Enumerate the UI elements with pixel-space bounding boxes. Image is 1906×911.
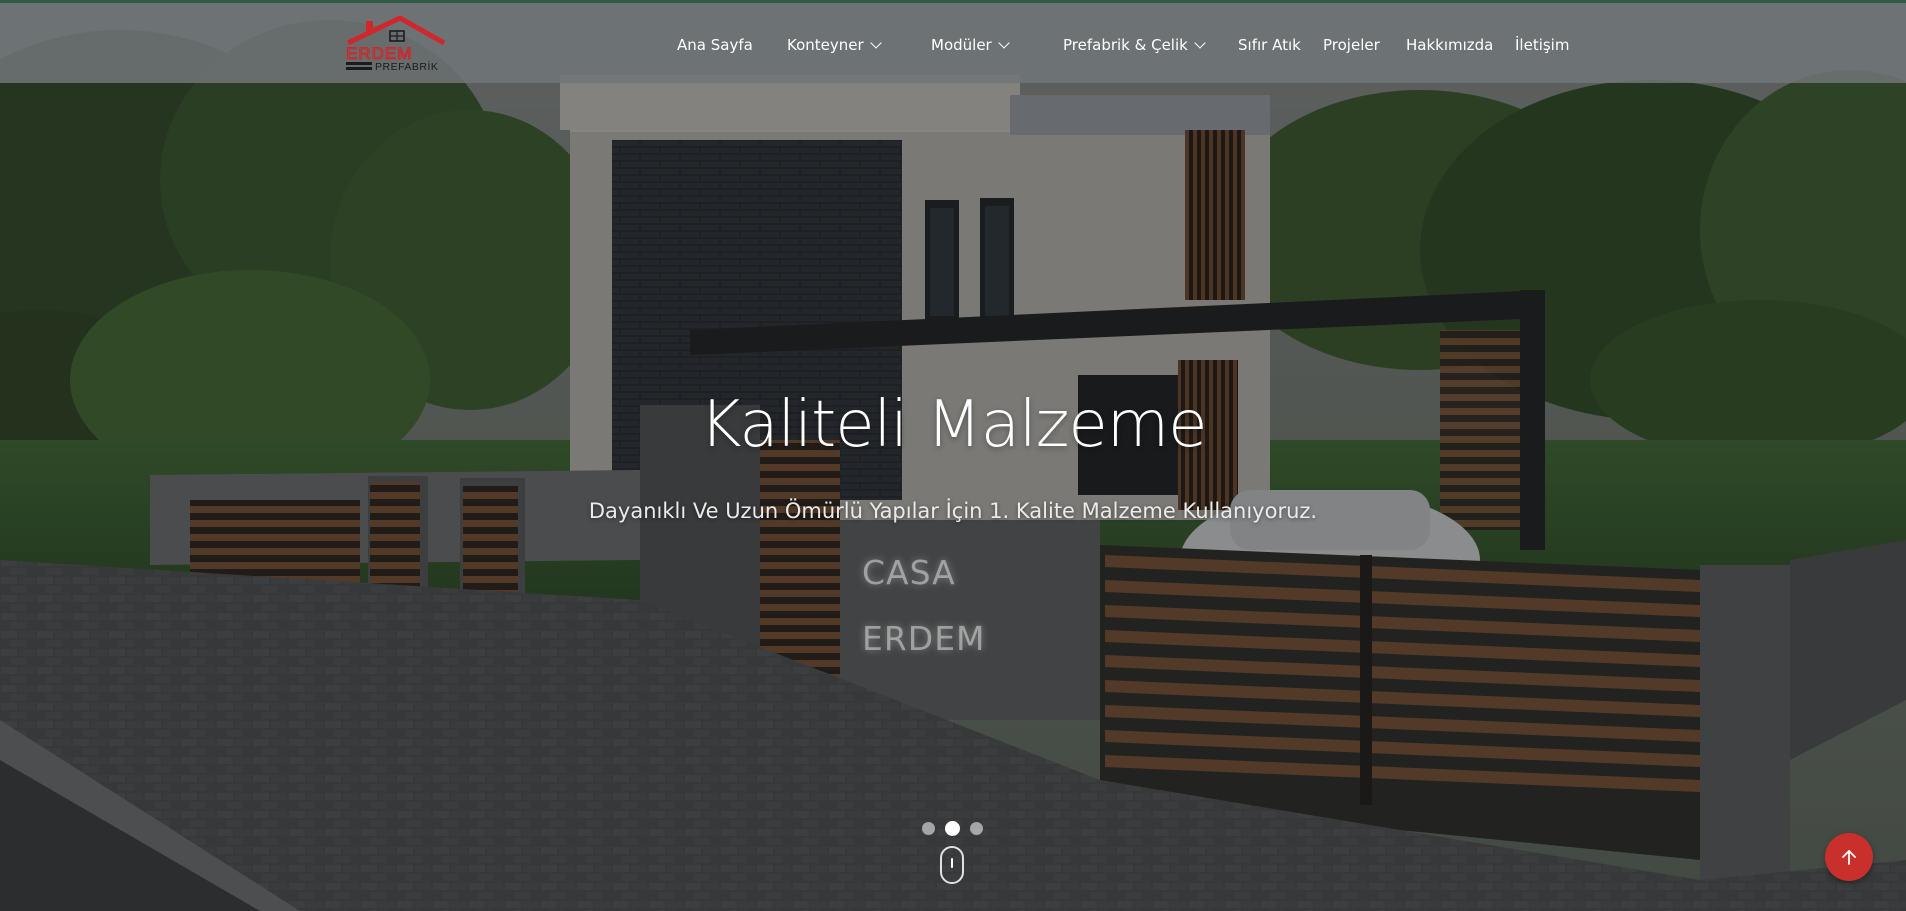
back-to-top-button[interactable] xyxy=(1825,833,1873,881)
hero-title: Kaliteli Malzeme xyxy=(699,388,1208,462)
nav-item-iletisim[interactable]: İletişim xyxy=(1515,35,1569,55)
chevron-down-icon xyxy=(998,36,1010,49)
nav-item-projeler[interactable]: Projeler xyxy=(1323,35,1380,55)
nav-item-sifir-atik[interactable]: Sıfır Atık xyxy=(1238,35,1301,55)
nav-label: Modüler xyxy=(931,36,992,54)
nav-label: Ana Sayfa xyxy=(677,36,753,54)
chevron-down-icon xyxy=(1194,36,1206,49)
nav-item-hakkimizda[interactable]: Hakkımızda xyxy=(1406,35,1493,55)
site-header: ERDEM PREFABRİK Ana Sayfa Konteyner Modü… xyxy=(0,0,1906,83)
main-navigation: Ana Sayfa Konteyner Modüler Prefabrik & … xyxy=(0,3,1906,86)
nav-label: Prefabrik & Çelik xyxy=(1063,36,1188,54)
nav-label: Hakkımızda xyxy=(1406,36,1494,54)
page: CASA ERDEM Kaliteli Malzeme Dayanıklı Ve… xyxy=(0,0,1906,911)
nav-label: Konteyner xyxy=(787,36,864,54)
casa-erdem-neon-sign: CASA ERDEM xyxy=(862,540,986,672)
nav-item-prefabrik-celik[interactable]: Prefabrik & Çelik xyxy=(1063,35,1206,55)
nav-label: Projeler xyxy=(1323,36,1380,54)
nav-label: İletişim xyxy=(1515,36,1570,54)
slide-dot-1[interactable] xyxy=(922,822,935,835)
sign-line-1: CASA xyxy=(862,553,956,592)
scroll-wheel xyxy=(951,858,953,868)
sign-line-2: ERDEM xyxy=(862,619,986,658)
mouse-scroll-icon[interactable] xyxy=(940,846,964,884)
nav-item-moduler[interactable]: Modüler xyxy=(931,35,1010,55)
nav-item-ana-sayfa[interactable]: Ana Sayfa xyxy=(677,35,753,55)
nav-label: Sıfır Atık xyxy=(1238,36,1301,54)
nav-item-konteyner[interactable]: Konteyner xyxy=(787,35,882,55)
slide-dot-3[interactable] xyxy=(970,822,983,835)
slider-pagination xyxy=(922,821,983,836)
slide-dot-2[interactable] xyxy=(945,821,960,836)
arrow-up-icon xyxy=(1842,850,1856,865)
chevron-down-icon xyxy=(870,36,882,49)
hero-slider: CASA ERDEM Kaliteli Malzeme Dayanıklı Ve… xyxy=(0,0,1906,911)
hero-subtitle: Dayanıklı Ve Uzun Ömürlü Yapılar İçin 1.… xyxy=(588,499,1318,523)
